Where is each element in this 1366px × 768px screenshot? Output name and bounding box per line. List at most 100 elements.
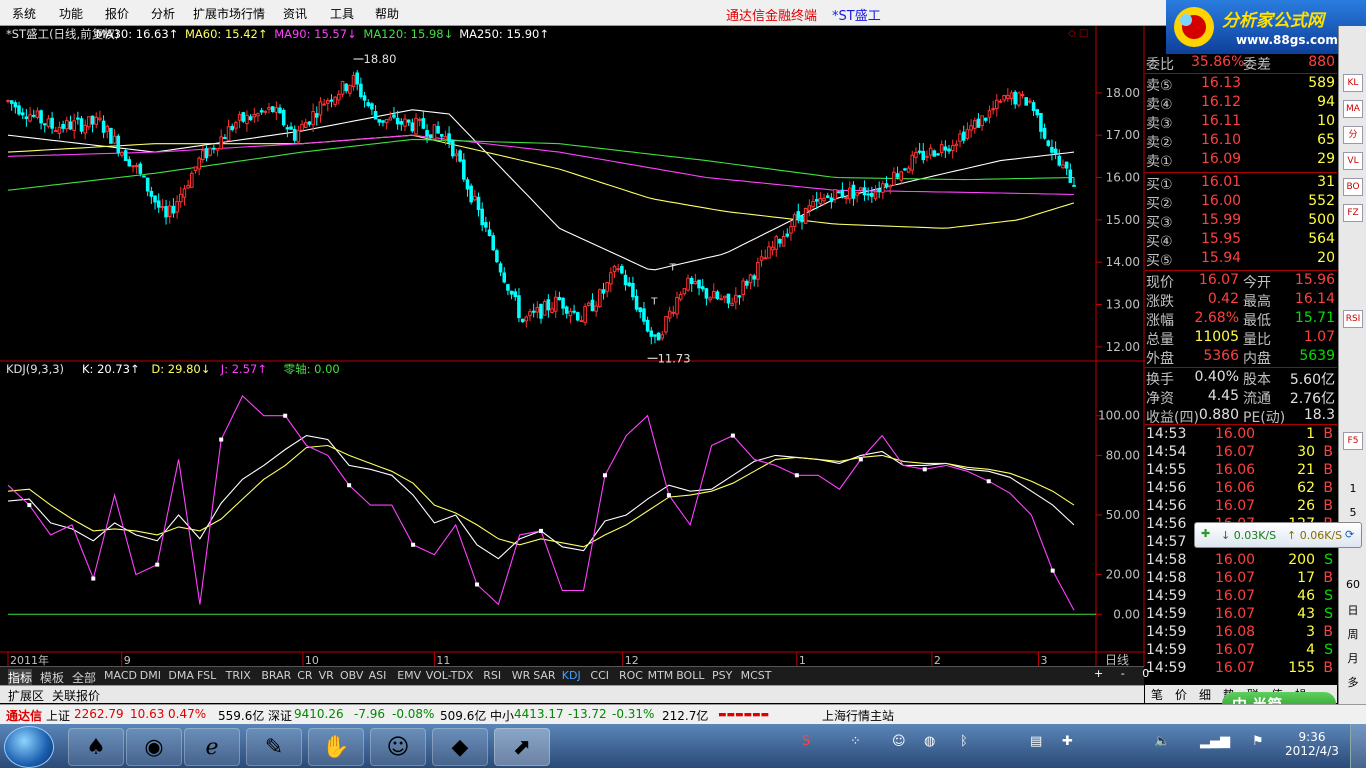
zx-value[interactable]: 4413.17 xyxy=(514,707,564,721)
period-week[interactable]: 周 xyxy=(1341,626,1365,642)
paint-app-icon[interactable]: ✎ xyxy=(246,728,302,766)
sh-value[interactable]: 2262.79 xyxy=(74,707,124,721)
handshake-app-icon[interactable]: ✋ xyxy=(308,728,364,766)
fz-tool-icon[interactable]: FZ xyxy=(1343,204,1363,222)
menu-ext-market[interactable]: 扩展市场行情 xyxy=(193,5,265,22)
media-app-icon[interactable]: ◉ xyxy=(126,728,182,766)
chart-window-buttons[interactable]: ◇ □ xyxy=(1068,28,1088,39)
rsi-tool-icon[interactable]: RSI xyxy=(1343,310,1363,328)
period-60min[interactable]: 60 xyxy=(1341,578,1365,591)
network-tray-icon[interactable]: ▤ xyxy=(1030,734,1042,749)
tab-trix[interactable]: TRIX xyxy=(226,669,251,682)
candle-body xyxy=(13,102,18,108)
period-5min[interactable]: 5 xyxy=(1341,506,1365,519)
bluetooth-tray-icon[interactable]: ᛒ xyxy=(960,734,968,749)
tab-roc[interactable]: ROC xyxy=(619,669,643,682)
period-month[interactable]: 月 xyxy=(1341,650,1365,666)
candle-body xyxy=(847,187,852,200)
volume-tray-icon[interactable]: 🔈 xyxy=(1154,734,1170,749)
cards-app-icon[interactable]: ♠ xyxy=(68,728,124,766)
tab-wr[interactable]: WR xyxy=(512,669,531,682)
candle-body xyxy=(28,114,32,122)
menu-system[interactable]: 系统 xyxy=(12,5,36,22)
period-day[interactable]: 日 xyxy=(1341,602,1365,618)
globe-tray-icon[interactable]: ◍ xyxy=(924,734,935,749)
tab-asi[interactable]: ASI xyxy=(369,669,387,682)
ma-tool-icon[interactable]: MA xyxy=(1343,100,1363,118)
tab-dma[interactable]: DMA xyxy=(168,669,194,682)
chart-area[interactable]: *ST盛工(日线,前复权)MA30: 16.63↑ MA60: 15.42↑ MA9… xyxy=(0,26,1145,666)
stat-row: 现价 16.07 今开 15.96 xyxy=(1145,272,1337,291)
menu-info[interactable]: 资讯 xyxy=(283,5,307,22)
menu-quote[interactable]: 报价 xyxy=(105,5,129,22)
status-bars-icon: ▬▬▬▬▬▬ xyxy=(718,710,770,720)
tab-fsl[interactable]: FSL xyxy=(197,669,216,682)
tab-vr[interactable]: VR xyxy=(319,669,334,682)
flag-tray-icon[interactable]: ⚑ xyxy=(1252,734,1264,749)
show-desktop-button[interactable] xyxy=(1350,724,1366,768)
tab-cr[interactable]: CR xyxy=(297,669,312,682)
candle-body xyxy=(384,118,389,124)
tdx-app-icon[interactable]: ◆ xyxy=(432,728,488,766)
zoom-out-button[interactable]: - xyxy=(1121,667,1125,680)
quote-tab[interactable]: 笔 xyxy=(1151,686,1163,703)
qq-app-icon[interactable]: ☺ xyxy=(370,728,426,766)
refresh-icon[interactable]: ⟳ xyxy=(1345,528,1354,541)
security-tray-icon[interactable]: ✚ xyxy=(1062,734,1073,749)
tab-rsi[interactable]: RSI xyxy=(483,669,501,682)
server-name[interactable]: 上海行情主站 xyxy=(822,707,894,724)
volume-tool-icon[interactable]: VL xyxy=(1343,152,1363,170)
box-tool-icon[interactable]: BO xyxy=(1343,178,1363,196)
candle-body xyxy=(859,187,863,191)
quote-tab[interactable]: 细 xyxy=(1199,686,1211,703)
tab-related-quote[interactable]: 关联报价 xyxy=(52,687,100,704)
tab-vol-tdx[interactable]: VOL-TDX xyxy=(426,669,474,682)
tab-macd[interactable]: MACD xyxy=(104,669,137,682)
tab-boll[interactable]: BOLL xyxy=(676,669,704,682)
tab-sar[interactable]: SAR xyxy=(533,669,555,682)
menu-tools[interactable]: 工具 xyxy=(330,5,354,22)
zoom-in-button[interactable]: + xyxy=(1094,667,1103,680)
tab-kdj[interactable]: KDJ xyxy=(562,669,581,682)
sz-value[interactable]: 9410.26 xyxy=(294,707,344,721)
zoom-reset-button[interactable]: 0 xyxy=(1142,667,1149,680)
tab-emv[interactable]: EMV xyxy=(397,669,421,682)
tab-dmi[interactable]: DMI xyxy=(140,669,161,682)
tray-clock[interactable]: 9:36 2012/4/3 xyxy=(1282,730,1342,758)
candle-body xyxy=(502,272,507,283)
minute-tool-icon[interactable]: 分 xyxy=(1343,126,1363,144)
candle-body xyxy=(1020,94,1025,97)
qq-tray-icon[interactable]: ☺ xyxy=(892,734,906,749)
site-logo: 分析家公式网 www.88gs.com xyxy=(1166,0,1366,54)
signal-tray-icon[interactable]: ▂▄▆ xyxy=(1200,734,1230,749)
tab-psy[interactable]: PSY xyxy=(712,669,732,682)
tab-obv[interactable]: OBV xyxy=(340,669,363,682)
tab-全部[interactable]: 全部 xyxy=(72,669,96,686)
ie-app-icon[interactable]: ℯ xyxy=(184,728,240,766)
tab-模板[interactable]: 模板 xyxy=(40,669,64,686)
menu-function[interactable]: 功能 xyxy=(59,5,83,22)
kline-tool-icon[interactable]: KL xyxy=(1343,74,1363,92)
tab-指标[interactable]: 指标 xyxy=(8,669,33,686)
sogou-tray-icon[interactable]: S xyxy=(802,734,810,749)
menu-analysis[interactable]: 分析 xyxy=(151,5,175,22)
candle-body xyxy=(226,126,231,141)
f5-tool-icon[interactable]: F5 xyxy=(1343,432,1363,450)
tab-ext-area[interactable]: 扩展区 xyxy=(8,687,44,704)
tab-cci[interactable]: CCI xyxy=(590,669,609,682)
tdx-active-app-icon[interactable]: ⬈ xyxy=(494,728,550,766)
network-speed-popup: ✚ ↓ 0.03K/S ↑ 0.06K/S ⟳ xyxy=(1194,522,1362,548)
period-multi[interactable]: 多 xyxy=(1341,674,1365,690)
period-1min[interactable]: 1 xyxy=(1341,482,1365,495)
quote-tab[interactable]: 价 xyxy=(1175,686,1187,703)
tab-brar[interactable]: BRAR xyxy=(261,669,291,682)
tab-mtm[interactable]: MTM xyxy=(648,669,674,682)
menu-help[interactable]: 帮助 xyxy=(375,5,399,22)
arrow-tray-icon[interactable]: ⁘ xyxy=(850,734,861,749)
network-icon: ✚ xyxy=(1201,527,1211,540)
candle-body xyxy=(697,279,701,289)
candle-body xyxy=(980,115,984,126)
tab-mcst[interactable]: MCST xyxy=(741,669,772,682)
candle-body xyxy=(1072,184,1076,187)
start-button[interactable] xyxy=(4,726,54,768)
